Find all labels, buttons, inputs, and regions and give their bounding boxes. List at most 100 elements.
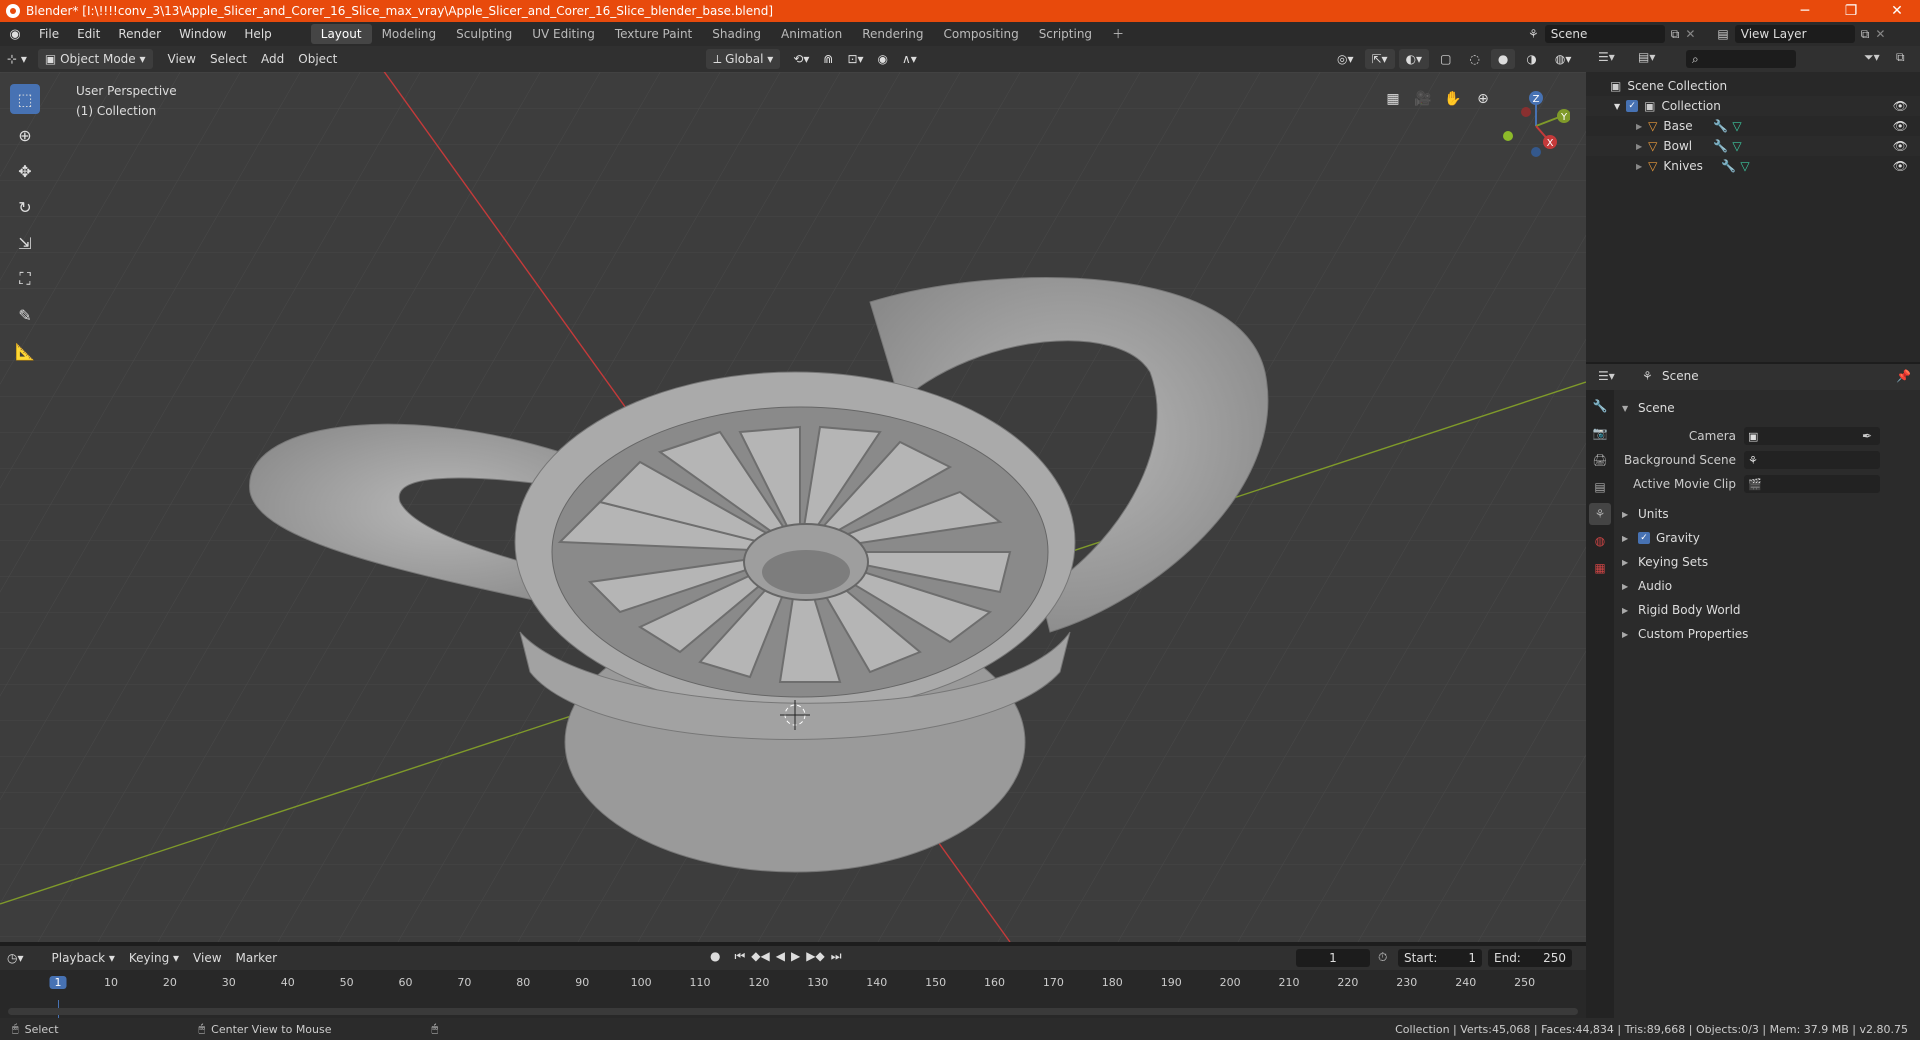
texture-tab-icon[interactable]: ▦ bbox=[1589, 557, 1611, 579]
snap-target-icon[interactable]: ⊡▾ bbox=[840, 49, 870, 69]
scene-field[interactable]: Scene bbox=[1544, 25, 1665, 43]
rotate-tool-icon[interactable]: ↻ bbox=[10, 192, 40, 222]
timeline-scrollbar[interactable] bbox=[8, 1008, 1578, 1015]
mesh-data-icon[interactable]: ▽ bbox=[1732, 139, 1741, 153]
scene-panel-header[interactable]: ▼ Scene bbox=[1614, 396, 1920, 420]
view-layer-tab-icon[interactable]: ▤ bbox=[1589, 476, 1611, 498]
outliner-editor-icon[interactable]: ☰▾ bbox=[1598, 50, 1615, 64]
grid-view-icon[interactable]: ▦ bbox=[1380, 86, 1406, 112]
view-layer-field[interactable]: View Layer bbox=[1734, 25, 1855, 43]
outliner-object-bowl[interactable]: ▶ ▽ Bowl 🔧 ▽ 👁 bbox=[1586, 136, 1920, 156]
menu-keying[interactable]: Keying ▾ bbox=[122, 948, 186, 968]
shading-wireframe-icon[interactable]: ◌ bbox=[1462, 49, 1486, 69]
pan-hand-icon[interactable]: ✋ bbox=[1440, 86, 1466, 112]
menu-marker[interactable]: Marker bbox=[229, 948, 284, 968]
close-icon[interactable]: ✕ bbox=[1874, 0, 1920, 22]
timeline-editor-icon[interactable]: ◷▾ bbox=[0, 948, 31, 968]
gravity-panel[interactable]: ▶ ✓ Gravity bbox=[1614, 526, 1920, 550]
menu-playback[interactable]: Playback ▾ bbox=[45, 948, 122, 968]
menu-edit[interactable]: Edit bbox=[68, 27, 109, 41]
units-panel[interactable]: ▶ Units bbox=[1614, 502, 1920, 526]
mode-selector[interactable]: ▣ Object Mode ▾ bbox=[37, 49, 153, 69]
overlay-icon[interactable]: ◐▾ bbox=[1398, 49, 1430, 69]
rigid-body-world-panel[interactable]: ▶ Rigid Body World bbox=[1614, 598, 1920, 622]
add-workspace-icon[interactable]: ＋ bbox=[1102, 24, 1134, 44]
camera-view-icon[interactable]: 🎥 bbox=[1410, 86, 1436, 112]
menu-add[interactable]: Add bbox=[254, 49, 291, 69]
remove-scene-icon[interactable]: ✕ bbox=[1685, 27, 1695, 41]
frame-ruler[interactable]: 1 10 20 30 40 50 60 70 80 90 100 110 120 130 140 150 160… bbox=[0, 970, 1586, 990]
3d-viewport[interactable]: User Perspective (1) Collection ▦ 🎥 ✋ ⊕ … bbox=[0, 72, 1586, 942]
cursor-tool-icon[interactable]: ⊕ bbox=[10, 120, 40, 150]
tab-layout[interactable]: Layout bbox=[310, 24, 372, 44]
clock-icon[interactable]: ⏱ bbox=[1378, 950, 1387, 965]
view-layer-icon[interactable]: ▤ bbox=[1717, 27, 1728, 41]
play-reverse-icon[interactable]: ◀ bbox=[776, 949, 785, 964]
render-tab-icon[interactable]: 📷 bbox=[1589, 422, 1611, 444]
jump-end-icon[interactable]: ⏭ bbox=[831, 949, 842, 964]
eye-icon[interactable]: 👁 bbox=[1893, 119, 1908, 133]
new-view-layer-icon[interactable]: ⧉ bbox=[1861, 27, 1870, 42]
transform-tool-icon[interactable]: ⛶ bbox=[10, 264, 40, 294]
menu-help[interactable]: Help bbox=[235, 27, 280, 41]
start-frame-field[interactable]: Start: 1 bbox=[1398, 949, 1482, 967]
select-box-icon[interactable]: ⬚ bbox=[10, 84, 40, 114]
shading-material-icon[interactable]: ◑ bbox=[1519, 49, 1543, 69]
proportional-edit-icon[interactable]: ◉ bbox=[871, 49, 895, 69]
active-movie-clip-field[interactable]: 🎬 bbox=[1744, 475, 1880, 493]
current-frame-field[interactable]: 1 bbox=[1296, 949, 1370, 967]
jump-keyframe-back-icon[interactable]: ◆◀ bbox=[751, 949, 769, 964]
timeline[interactable]: 1 10 20 30 40 50 60 70 80 90 100 110 120 130 140 150 160… bbox=[0, 970, 1586, 1018]
gravity-checkbox[interactable]: ✓ bbox=[1638, 532, 1650, 544]
menu-file[interactable]: File bbox=[30, 27, 68, 41]
snap-icon[interactable]: ⋒ bbox=[816, 49, 840, 69]
world-tab-icon[interactable]: ◍ bbox=[1589, 530, 1611, 552]
expand-icon[interactable]: ▶ bbox=[1636, 162, 1642, 171]
outliner-scene-collection[interactable]: ▣ Scene Collection bbox=[1586, 76, 1920, 96]
pivot-icon[interactable]: ⟲▾ bbox=[786, 49, 816, 69]
filter-icon[interactable]: ⏷▾ bbox=[1864, 50, 1880, 65]
falloff-icon[interactable]: ∧▾ bbox=[895, 49, 924, 69]
minimize-icon[interactable]: ─ bbox=[1782, 0, 1828, 22]
move-tool-icon[interactable]: ✥ bbox=[10, 156, 40, 186]
tab-uv-editing[interactable]: UV Editing bbox=[522, 24, 605, 44]
annotate-tool-icon[interactable]: ✎ bbox=[10, 300, 40, 330]
modifier-wrench-icon[interactable]: 🔧 bbox=[1713, 139, 1728, 153]
jump-start-icon[interactable]: ⏮ bbox=[734, 949, 745, 964]
shading-rendered-icon[interactable]: ◍▾ bbox=[1548, 49, 1579, 69]
modifier-wrench-icon[interactable]: 🔧 bbox=[1713, 119, 1728, 133]
collection-checkbox[interactable]: ✓ bbox=[1626, 100, 1639, 112]
custom-properties-panel[interactable]: ▶ Custom Properties bbox=[1614, 622, 1920, 646]
viewport-scene[interactable] bbox=[0, 72, 1586, 942]
outliner-object-knives[interactable]: ▶ ▽ Knives 🔧 ▽ 👁 bbox=[1586, 156, 1920, 176]
menu-view[interactable]: View bbox=[161, 49, 203, 69]
navigation-gizmo[interactable]: Z Y X bbox=[1490, 82, 1570, 162]
menu-render[interactable]: Render bbox=[109, 27, 170, 41]
display-mode-icon[interactable]: ▤▾ bbox=[1638, 50, 1655, 64]
tab-shading[interactable]: Shading bbox=[702, 24, 771, 44]
audio-panel[interactable]: ▶ Audio bbox=[1614, 574, 1920, 598]
expand-icon[interactable]: ▶ bbox=[1636, 122, 1642, 131]
new-collection-icon[interactable]: ⧉ bbox=[1896, 50, 1905, 65]
menu-object[interactable]: Object bbox=[291, 49, 344, 69]
new-scene-icon[interactable]: ⧉ bbox=[1671, 27, 1680, 42]
transform-orientation-dropdown[interactable]: ⟂ Global ▾ bbox=[706, 49, 781, 69]
tab-texture-paint[interactable]: Texture Paint bbox=[605, 24, 702, 44]
tab-animation[interactable]: Animation bbox=[771, 24, 852, 44]
modifier-wrench-icon[interactable]: 🔧 bbox=[1721, 159, 1736, 173]
mesh-data-icon[interactable]: ▽ bbox=[1732, 119, 1741, 133]
keying-sets-panel[interactable]: ▶ Keying Sets bbox=[1614, 550, 1920, 574]
mesh-data-icon[interactable]: ▽ bbox=[1740, 159, 1749, 173]
expand-icon[interactable]: ▼ bbox=[1614, 102, 1620, 111]
menu-timeline-view[interactable]: View bbox=[186, 948, 228, 968]
eyedropper-icon[interactable]: ✒ bbox=[1862, 429, 1872, 443]
jump-keyframe-forward-icon[interactable]: ▶◆ bbox=[806, 949, 824, 964]
menu-select[interactable]: Select bbox=[203, 49, 254, 69]
scale-tool-icon[interactable]: ⇲ bbox=[10, 228, 40, 258]
background-scene-field[interactable]: ⚘ bbox=[1744, 451, 1880, 469]
tab-compositing[interactable]: Compositing bbox=[933, 24, 1028, 44]
measure-tool-icon[interactable]: 📐 bbox=[10, 336, 40, 366]
remove-view-layer-icon[interactable]: ✕ bbox=[1875, 27, 1885, 41]
pin-icon[interactable]: 📌 bbox=[1896, 369, 1911, 383]
gizmo-icon[interactable]: ⇱▾ bbox=[1364, 49, 1395, 69]
